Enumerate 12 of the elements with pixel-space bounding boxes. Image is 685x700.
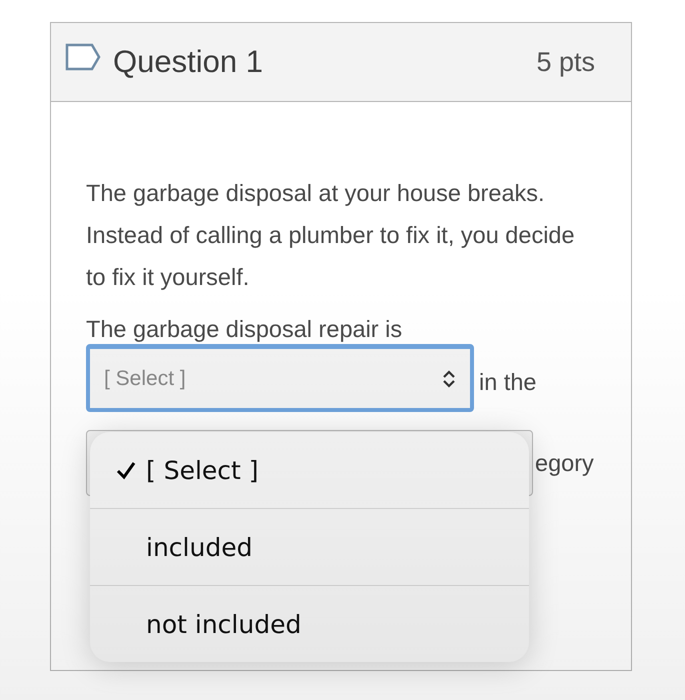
- dropdown-option[interactable]: included: [90, 508, 529, 585]
- dropdown-option[interactable]: not included: [90, 585, 529, 662]
- chevron-icon: [442, 370, 456, 388]
- statement-text: The garbage disposal repair is: [86, 315, 404, 344]
- statement-text: egory: [535, 450, 594, 476]
- checkmark-icon: [116, 460, 136, 480]
- question-text: The garbage disposal at your house breaks. Instead of calling a plumber to fix it, you decide to fix it yourself.: [86, 179, 576, 292]
- statement-text: in the: [479, 368, 536, 396]
- question-title: Question 1: [113, 44, 264, 80]
- flag-icon[interactable]: [65, 43, 101, 71]
- points: 5 pts: [536, 46, 595, 78]
- dropdown-option[interactable]: [ Select ]: [90, 432, 529, 508]
